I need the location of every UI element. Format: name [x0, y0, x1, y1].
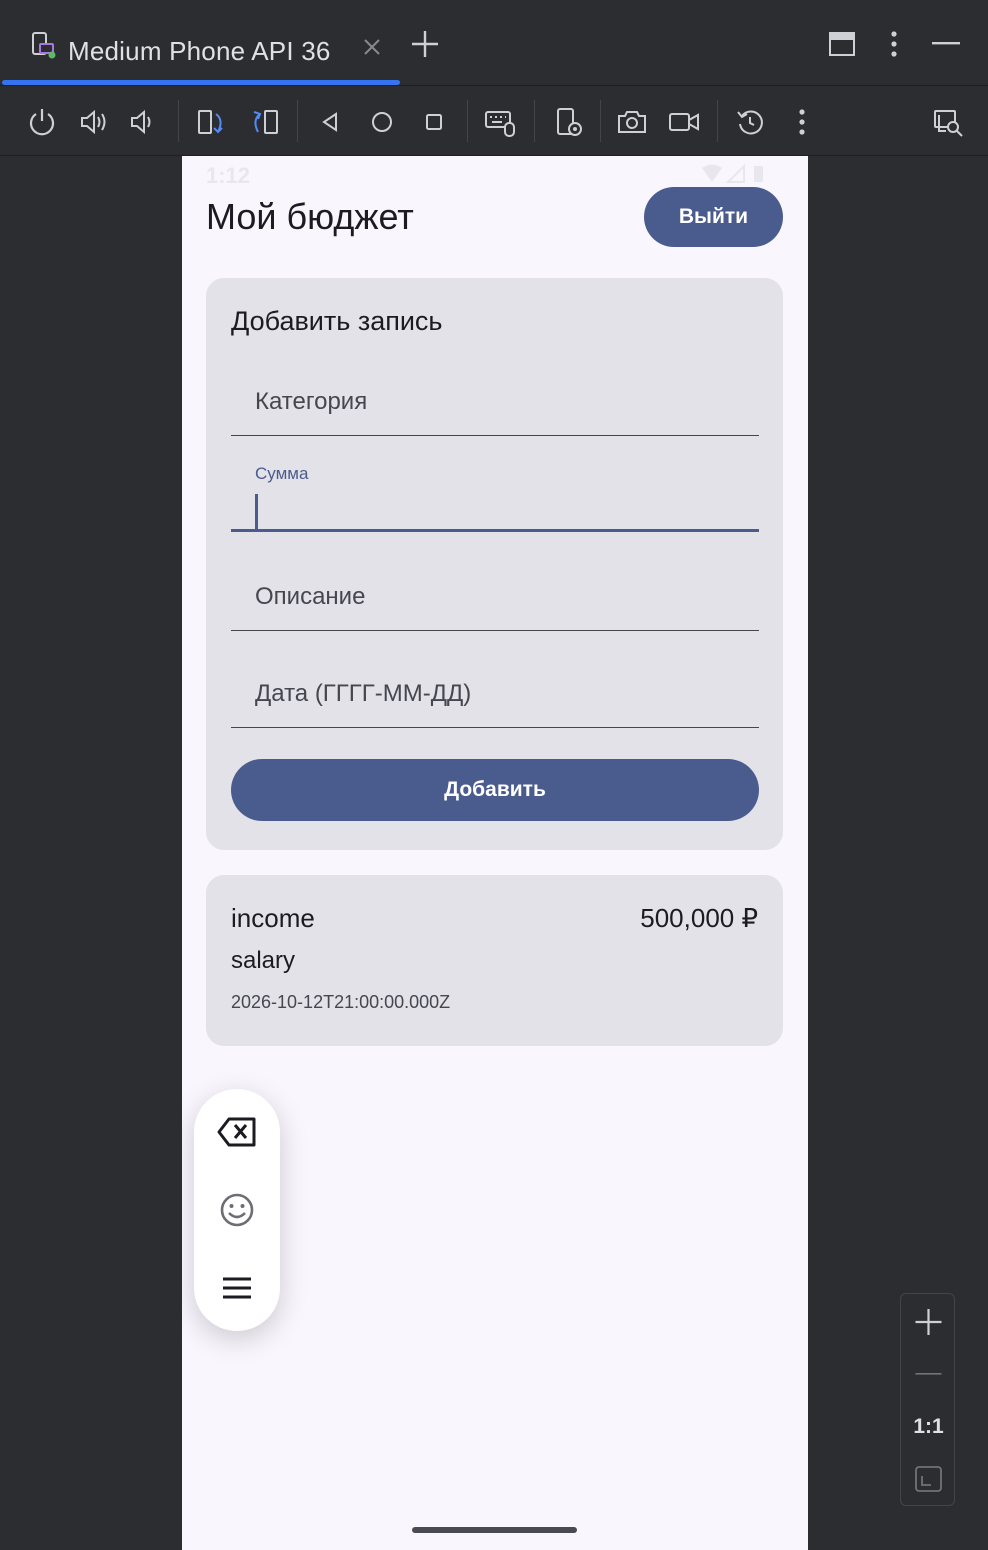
fit-screen-icon[interactable] [901, 1466, 956, 1492]
emulator-toolbar [0, 86, 988, 156]
toolbar-separator [178, 100, 179, 142]
volume-up-icon[interactable] [78, 106, 110, 138]
more-options-icon[interactable] [886, 30, 902, 58]
home-icon[interactable] [366, 106, 398, 138]
entry-description: salary [231, 947, 296, 974]
toolbar-separator [717, 100, 718, 142]
device-tab[interactable]: Medium Phone API 36 [2, 8, 400, 85]
window-layout-icon[interactable] [828, 31, 856, 57]
inspect-icon[interactable] [932, 106, 964, 138]
list-item[interactable]: income 500,000 ₽ salary 2026-10-12T21:00… [206, 875, 783, 1046]
floating-keyboard-toolbar [194, 1089, 280, 1331]
zoom-panel: 1:1 [900, 1293, 955, 1506]
status-time: 1:12 [206, 163, 251, 188]
text-caret [255, 494, 258, 530]
amount-label: Сумма [255, 464, 309, 483]
add-button[interactable]: Добавить [231, 759, 759, 821]
power-icon[interactable] [26, 106, 58, 138]
back-icon[interactable] [314, 106, 346, 138]
toolbar-separator [600, 100, 601, 142]
emoji-icon[interactable] [216, 1189, 258, 1231]
overview-icon[interactable] [418, 106, 450, 138]
more-icon[interactable] [786, 106, 818, 138]
zoom-in-icon[interactable] [901, 1308, 956, 1336]
zoom-out-icon[interactable] [901, 1372, 956, 1376]
entry-type: income [231, 903, 315, 933]
zoom-actual-size-button[interactable]: 1:1 [901, 1415, 956, 1439]
status-icons [702, 164, 763, 183]
toolbar-separator [297, 100, 298, 142]
form-title: Добавить запись [231, 306, 443, 336]
rotate-left-icon[interactable] [196, 106, 228, 138]
volume-down-icon[interactable] [128, 106, 160, 138]
emulator-tab-bar: Medium Phone API 36 [0, 0, 988, 86]
logout-button[interactable]: Выйти [644, 187, 783, 247]
page-title: Мой бюджет [206, 196, 414, 237]
date-placeholder: Дата (ГГГГ-ММ-ДД) [255, 680, 472, 707]
entry-date: 2026-10-12T21:00:00.000Z [231, 992, 451, 1012]
add-tab-icon[interactable] [410, 29, 440, 59]
add-entry-card: Добавить запись Категория Сумма Описание… [206, 278, 783, 850]
keyboard-mouse-icon[interactable] [484, 106, 516, 138]
device-settings-icon[interactable] [554, 106, 586, 138]
toolbar-separator [534, 100, 535, 142]
date-field[interactable]: Дата (ГГГГ-ММ-ДД) [231, 650, 759, 728]
device-mirror-icon [32, 32, 56, 59]
toolbar-separator [467, 100, 468, 142]
rotate-right-icon[interactable] [248, 106, 280, 138]
home-indicator[interactable] [412, 1527, 577, 1533]
description-field[interactable]: Описание [231, 553, 759, 631]
menu-icon[interactable] [216, 1267, 258, 1309]
category-placeholder: Категория [255, 388, 368, 415]
camera-icon[interactable] [616, 106, 648, 138]
entry-amount: 500,000 ₽ [640, 903, 758, 933]
amount-field[interactable]: Сумма [231, 454, 759, 532]
close-tab-icon[interactable] [360, 35, 384, 59]
category-field[interactable]: Категория [231, 358, 759, 436]
device-tab-title: Medium Phone API 36 [68, 36, 331, 66]
description-placeholder: Описание [255, 583, 366, 610]
reset-icon[interactable] [734, 106, 766, 138]
phone-screen: 1:12 Мой бюджет Выйти Добавить запись Ка… [182, 156, 808, 1550]
backspace-icon[interactable] [216, 1111, 258, 1153]
minimize-icon[interactable] [932, 42, 960, 46]
active-tab-indicator [2, 80, 400, 85]
video-icon[interactable] [668, 106, 700, 138]
